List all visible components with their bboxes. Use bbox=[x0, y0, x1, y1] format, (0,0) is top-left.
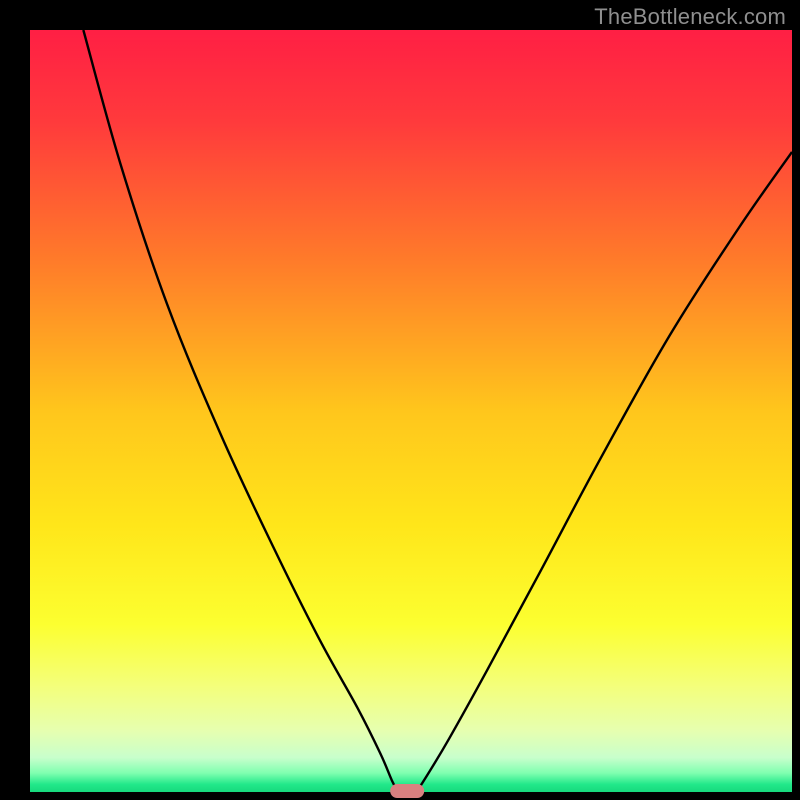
plot-background bbox=[30, 30, 792, 792]
chart-frame: TheBottleneck.com bbox=[0, 0, 800, 800]
minimum-marker bbox=[390, 784, 424, 798]
bottleneck-chart bbox=[0, 0, 800, 800]
watermark-text: TheBottleneck.com bbox=[594, 4, 786, 30]
